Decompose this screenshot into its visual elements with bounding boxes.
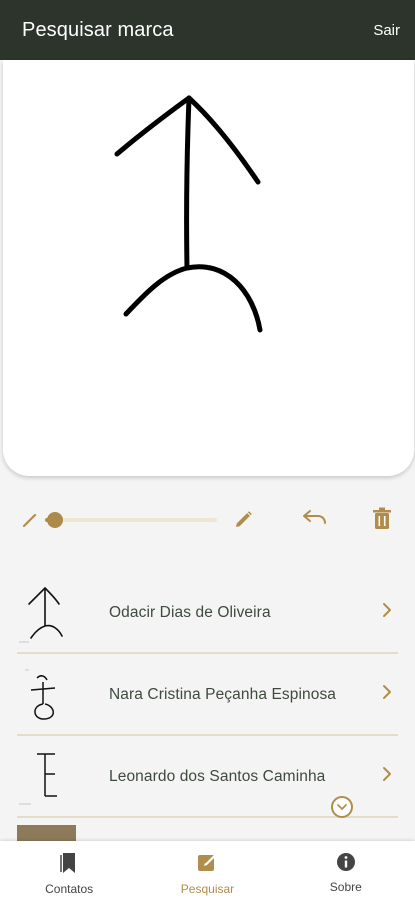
list-item[interactable]: Nara Cristina Peçanha Espinosa xyxy=(17,656,398,736)
slider-thumb[interactable] xyxy=(47,512,64,528)
drawing-canvas[interactable] xyxy=(3,60,414,476)
mark-thumbnail xyxy=(17,664,75,726)
chevron-down-icon xyxy=(337,804,347,810)
bottom-navigation: Contatos Pesquisar Sobre xyxy=(0,841,415,900)
chevron-right-icon xyxy=(382,602,392,623)
nav-label: Sobre xyxy=(329,880,362,894)
scroll-down-button[interactable] xyxy=(331,796,353,818)
logout-button[interactable]: Sair xyxy=(373,22,400,39)
result-name: Odacir Dias de Oliveira xyxy=(109,604,271,621)
nav-item-pesquisar[interactable]: Pesquisar xyxy=(138,841,276,900)
list-item[interactable]: Odacir Dias de Oliveira xyxy=(17,574,398,654)
info-icon xyxy=(336,852,356,877)
page-title: Pesquisar marca xyxy=(22,18,174,41)
results-list: Odacir Dias de Oliveira Nara Cristina Pe… xyxy=(17,574,398,820)
result-name: Nara Cristina Peçanha Espinosa xyxy=(109,686,337,703)
nav-label: Contatos xyxy=(45,882,94,896)
slider-track xyxy=(45,518,217,522)
chevron-right-icon xyxy=(382,766,392,787)
search-draw-icon xyxy=(196,852,218,879)
mark-thumbnail xyxy=(17,582,75,644)
result-name: Leonardo dos Santos Caminha xyxy=(109,768,326,785)
app-bar: Pesquisar marca Sair xyxy=(0,0,415,60)
mark-thumbnail xyxy=(17,746,75,808)
nav-item-sobre[interactable]: Sobre xyxy=(277,841,415,900)
nav-item-contatos[interactable]: Contatos xyxy=(0,841,138,900)
pencil-small-icon[interactable] xyxy=(19,509,41,531)
trash-icon[interactable] xyxy=(370,506,394,532)
contacts-bookmark-icon xyxy=(59,852,79,879)
nav-label: Pesquisar xyxy=(180,882,235,896)
pencil-large-icon[interactable] xyxy=(231,506,257,532)
undo-icon[interactable] xyxy=(299,507,329,531)
drawn-mark-sketch xyxy=(114,95,263,333)
mark-thumbnail-partial xyxy=(17,825,76,842)
stroke-width-slider[interactable] xyxy=(45,510,217,530)
chevron-right-icon xyxy=(382,684,392,705)
